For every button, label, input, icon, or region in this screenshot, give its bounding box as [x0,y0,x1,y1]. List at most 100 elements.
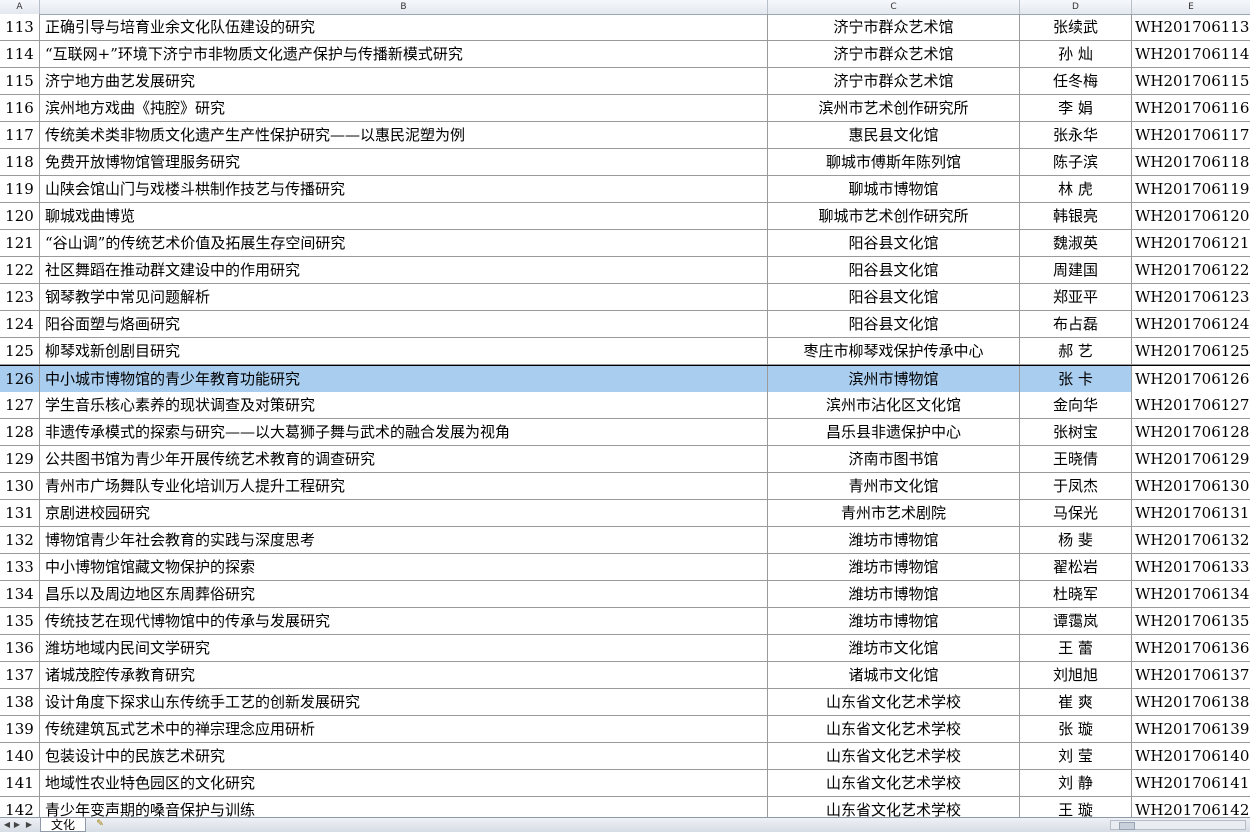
cell-title[interactable]: 诸城茂腔传承教育研究 [40,662,768,688]
table-row[interactable]: 128 非遗传承模式的探索与研究——以大葛狮子舞与武术的融合发展为视角 昌乐县非遗保… [0,419,1250,446]
row-number[interactable]: 139 [0,716,40,742]
scrollbar-thumb[interactable] [1119,822,1135,830]
cell-organization[interactable]: 阳谷县文化馆 [768,230,1020,256]
row-number[interactable]: 114 [0,41,40,67]
column-header-c[interactable]: C [768,0,1020,14]
next-sheet-arrow-icon[interactable]: ▶ [12,819,22,831]
cell-name[interactable]: 张树宝 [1020,419,1132,445]
cell-organization[interactable]: 聊城市艺术创作研究所 [768,203,1020,229]
cell-title[interactable]: 聊城戏曲博览 [40,203,768,229]
cell-code[interactable]: WH201706135 [1132,608,1250,634]
cell-title[interactable]: 昌乐以及周边地区东周葬俗研究 [40,581,768,607]
table-row[interactable]: 133 中小博物馆馆藏文物保护的探索 潍坊市博物馆 翟松岩 WH201706133 [0,554,1250,581]
row-number[interactable]: 115 [0,68,40,94]
cell-code[interactable]: WH201706124 [1132,311,1250,337]
row-number[interactable]: 129 [0,446,40,472]
cell-organization[interactable]: 诸城市文化馆 [768,662,1020,688]
column-header-d[interactable]: D [1020,0,1132,14]
cell-organization[interactable]: 阳谷县文化馆 [768,257,1020,283]
table-row[interactable]: 120 聊城戏曲博览 聊城市艺术创作研究所 韩银亮 WH201706120 [0,203,1250,230]
cell-organization[interactable]: 山东省文化艺术学校 [768,770,1020,796]
cell-organization[interactable]: 济宁市群众艺术馆 [768,14,1020,40]
row-number[interactable]: 120 [0,203,40,229]
table-row[interactable]: 130 青州市广场舞队专业化培训万人提升工程研究 青州市文化馆 于凤杰 WH201706… [0,473,1250,500]
row-number[interactable]: 140 [0,743,40,769]
cell-code[interactable]: WH201706118 [1132,149,1250,175]
row-number[interactable]: 134 [0,581,40,607]
cell-title[interactable]: “互联网+”环境下济宁市非物质文化遗产保护与传播新模式研究 [40,41,768,67]
cell-title[interactable]: 济宁地方曲艺发展研究 [40,68,768,94]
table-row[interactable]: 135 传统技艺在现代博物馆中的传承与发展研究 潍坊市博物馆 谭霭岚 WH2017061… [0,608,1250,635]
cell-organization[interactable]: 青州市艺术剧院 [768,500,1020,526]
table-row[interactable]: 124 阳谷面塑与烙画研究 阳谷县文化馆 布占磊 WH201706124 [0,311,1250,338]
cell-name[interactable]: 王 蕾 [1020,635,1132,661]
cell-title[interactable]: “谷山调”的传统艺术价值及拓展生存空间研究 [40,230,768,256]
cell-organization[interactable]: 山东省文化艺术学校 [768,689,1020,715]
cell-code[interactable]: WH201706137 [1132,662,1250,688]
row-number[interactable]: 130 [0,473,40,499]
cell-code[interactable]: WH201706122 [1132,257,1250,283]
row-number[interactable]: 118 [0,149,40,175]
cell-name[interactable]: 陈子滨 [1020,149,1132,175]
insert-sheet-icon[interactable]: ✎ [90,818,110,831]
cell-organization[interactable]: 潍坊市博物馆 [768,554,1020,580]
cell-title[interactable]: 钢琴教学中常见问题解析 [40,284,768,310]
cell-organization[interactable]: 济南市图书馆 [768,446,1020,472]
row-number[interactable]: 124 [0,311,40,337]
row-number[interactable]: 127 [0,392,40,418]
cell-name[interactable]: 马保光 [1020,500,1132,526]
cell-organization[interactable]: 昌乐县非遗保护中心 [768,419,1020,445]
cell-organization[interactable]: 潍坊市博物馆 [768,608,1020,634]
row-number[interactable]: 117 [0,122,40,148]
cell-code[interactable]: WH201706134 [1132,581,1250,607]
cell-organization[interactable]: 潍坊市博物馆 [768,581,1020,607]
table-row[interactable]: 118 免费开放博物馆管理服务研究 聊城市傅斯年陈列馆 陈子滨 WH201706118 [0,149,1250,176]
cell-title[interactable]: 青州市广场舞队专业化培训万人提升工程研究 [40,473,768,499]
column-header-a[interactable]: A [0,0,40,14]
cell-code[interactable]: WH201706138 [1132,689,1250,715]
cell-code[interactable]: WH201706130 [1132,473,1250,499]
cell-name[interactable]: 张 璇 [1020,716,1132,742]
cell-name[interactable]: 张续武 [1020,14,1132,40]
cell-organization[interactable]: 山东省文化艺术学校 [768,743,1020,769]
cell-organization[interactable]: 惠民县文化馆 [768,122,1020,148]
cell-code[interactable]: WH201706129 [1132,446,1250,472]
cell-code[interactable]: WH201706116 [1132,95,1250,121]
first-sheet-arrow-icon[interactable]: ◀ [2,819,12,831]
cell-organization[interactable]: 济宁市群众艺术馆 [768,68,1020,94]
cell-name[interactable]: 周建国 [1020,257,1132,283]
cell-name[interactable]: 崔 爽 [1020,689,1132,715]
cell-code[interactable]: WH201706131 [1132,500,1250,526]
table-row[interactable]: 126 中小城市博物馆的青少年教育功能研究 滨州市博物馆张 卡 WH201706126 [0,365,1250,392]
cell-code[interactable]: WH201706126 [1132,366,1250,392]
table-row[interactable]: 139 传统建筑瓦式艺术中的禅宗理念应用研析 山东省文化艺术学校张 璇 WH20170… [0,716,1250,743]
cell-organization[interactable]: 阳谷县文化馆 [768,284,1020,310]
cell-code[interactable]: WH201706114 [1132,41,1250,67]
cell-code[interactable]: WH201706139 [1132,716,1250,742]
cell-code[interactable]: WH201706128 [1132,419,1250,445]
cell-name[interactable]: 林 虎 [1020,176,1132,202]
cell-organization[interactable]: 滨州市博物馆 [768,366,1020,392]
row-number[interactable]: 135 [0,608,40,634]
cell-name[interactable]: 刘旭旭 [1020,662,1132,688]
cell-code[interactable]: WH201706140 [1132,743,1250,769]
cell-name[interactable]: 韩银亮 [1020,203,1132,229]
cell-name[interactable]: 王晓倩 [1020,446,1132,472]
cell-code[interactable]: WH201706120 [1132,203,1250,229]
last-sheet-arrow-icon[interactable]: ▶ [24,819,34,831]
cell-title[interactable]: 中小城市博物馆的青少年教育功能研究 [40,366,768,392]
row-number[interactable]: 123 [0,284,40,310]
cell-title[interactable]: 传统建筑瓦式艺术中的禅宗理念应用研析 [40,716,768,742]
cell-organization[interactable]: 聊城市傅斯年陈列馆 [768,149,1020,175]
cell-name[interactable]: 郝 艺 [1020,338,1132,364]
row-number[interactable]: 125 [0,338,40,364]
row-number[interactable]: 133 [0,554,40,580]
cell-name[interactable]: 张永华 [1020,122,1132,148]
column-header-e[interactable]: E [1132,0,1250,14]
cell-code[interactable]: WH201706113 [1132,14,1250,40]
row-number[interactable]: 141 [0,770,40,796]
table-row[interactable]: 137 诸城茂腔传承教育研究 诸城市文化馆 刘旭旭 WH201706137 [0,662,1250,689]
row-number[interactable]: 126 [0,366,40,392]
cell-organization[interactable]: 潍坊市文化馆 [768,635,1020,661]
cell-name[interactable]: 谭霭岚 [1020,608,1132,634]
